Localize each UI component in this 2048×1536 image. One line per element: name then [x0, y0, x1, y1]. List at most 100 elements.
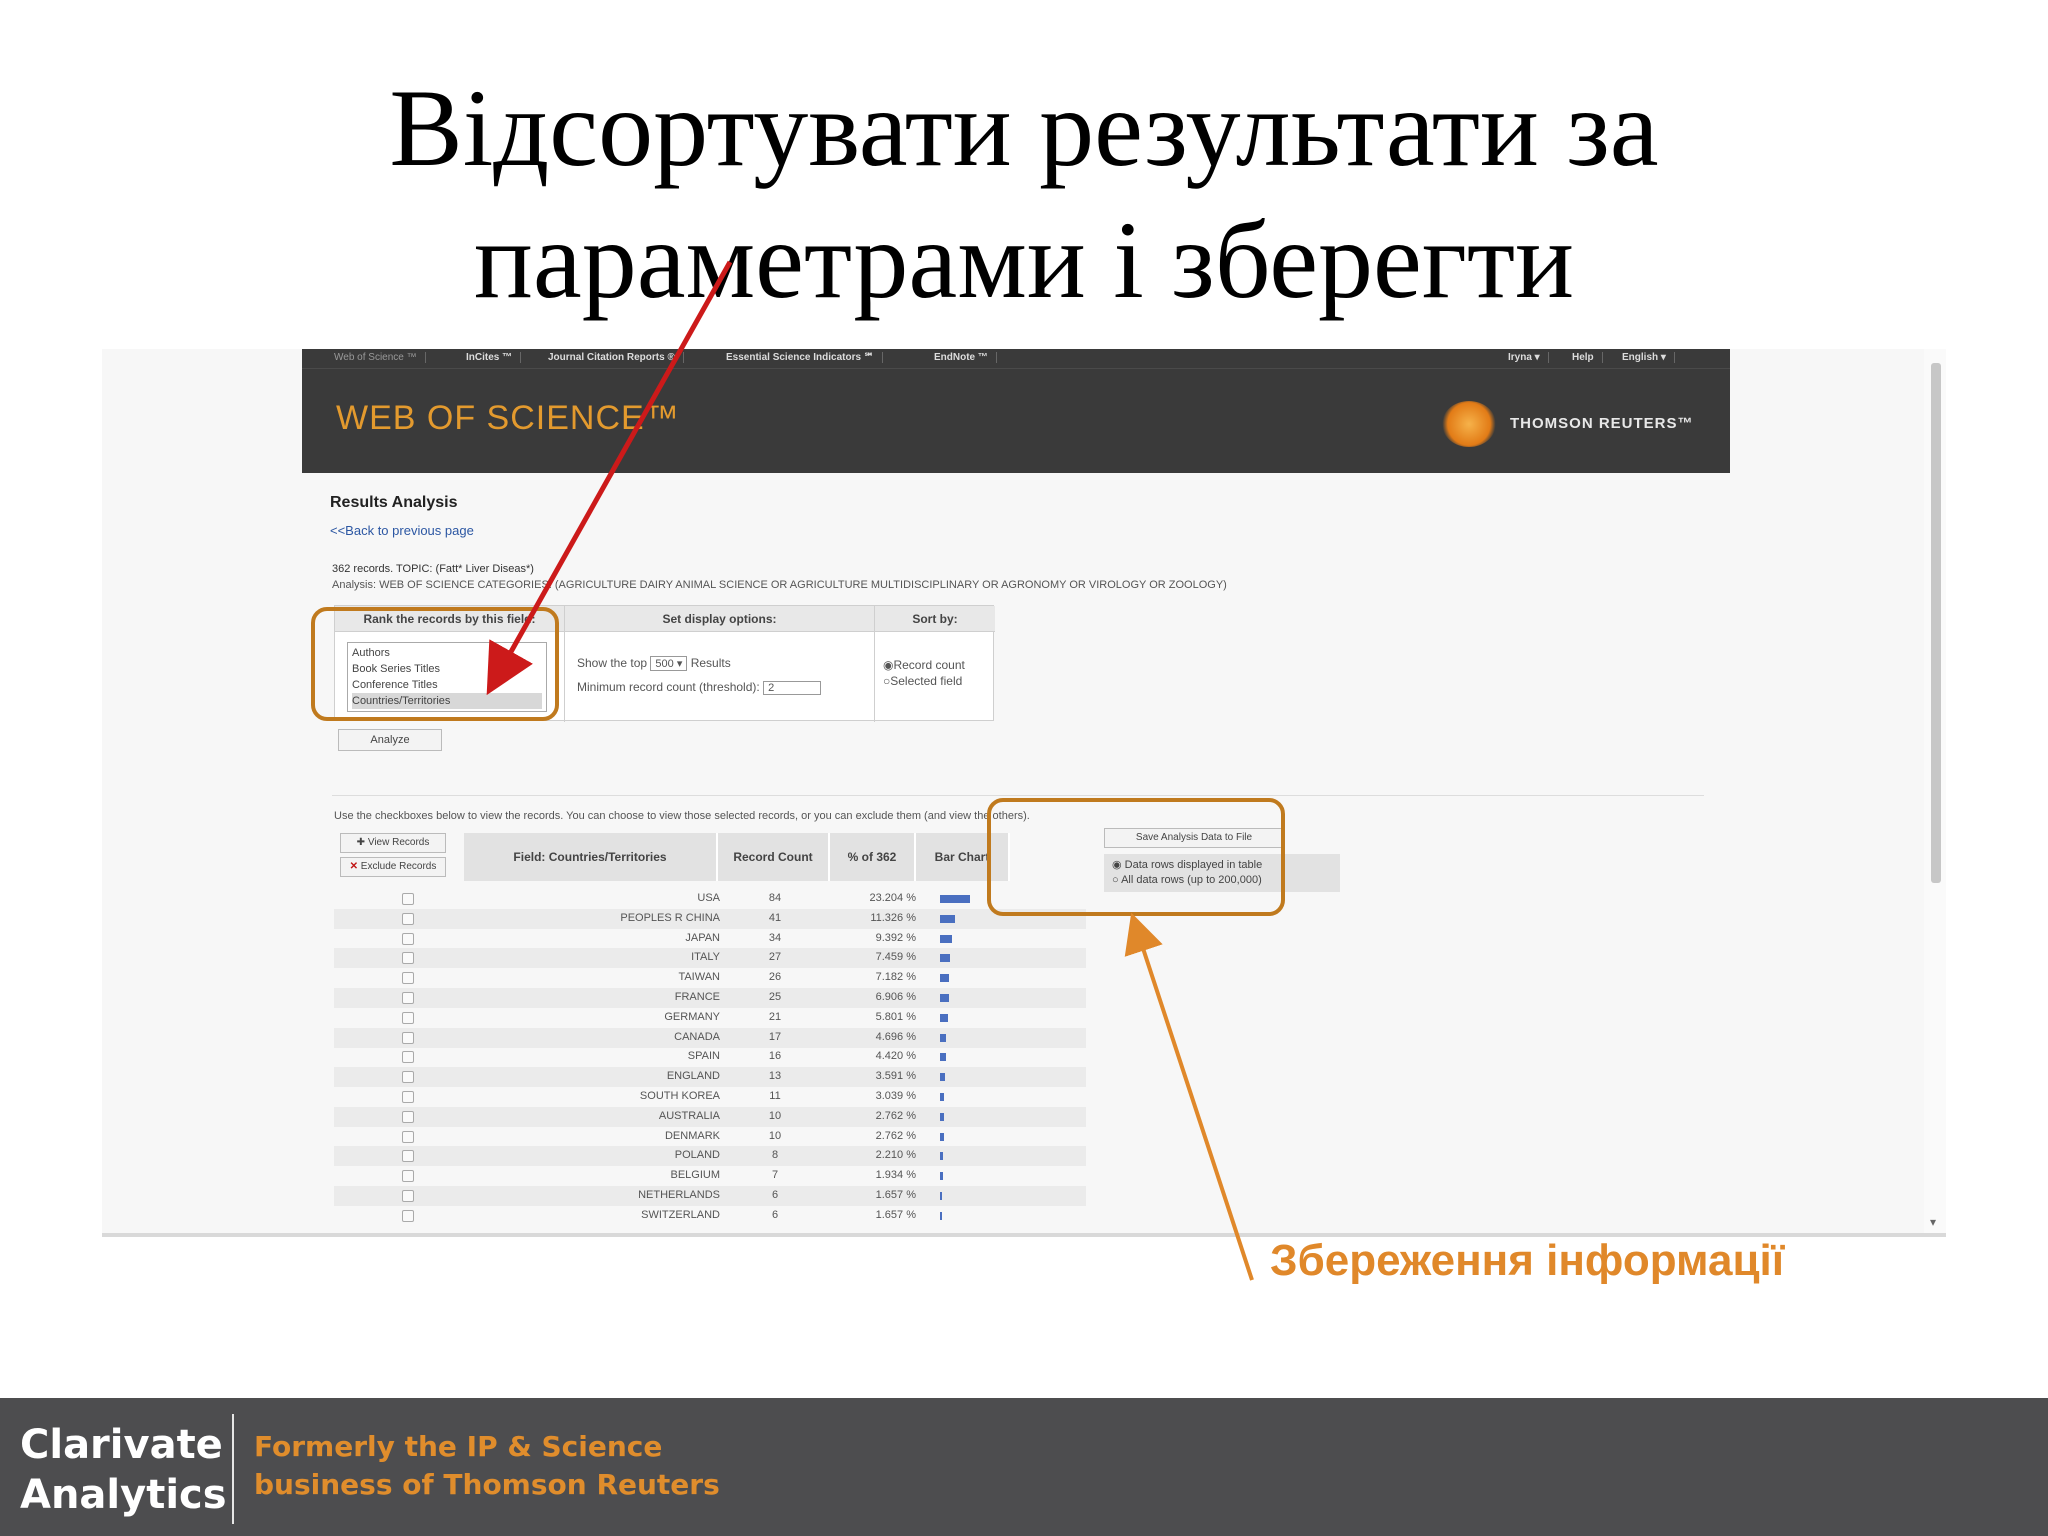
- row-bar: [940, 1192, 943, 1200]
- row-record-count: 21: [768, 1010, 782, 1023]
- row-record-count: 41: [768, 911, 782, 924]
- row-checkbox[interactable]: [402, 932, 414, 945]
- row-percent: 9.392 %: [875, 931, 916, 944]
- show-top-select[interactable]: 500 ▾: [650, 656, 688, 671]
- section-divider: [332, 795, 1704, 796]
- show-top-suffix: Results: [690, 656, 731, 670]
- plus-icon: ✚: [356, 837, 368, 848]
- row-percent: 1.657 %: [875, 1189, 916, 1201]
- row-percent: 23.204 %: [869, 892, 916, 904]
- row-record-count: 27: [768, 951, 782, 964]
- min-count-input[interactable]: 2: [763, 681, 822, 695]
- table-row: POLAND 8 2.210 %: [334, 1146, 1086, 1167]
- row-checkbox[interactable]: [402, 1051, 414, 1064]
- nav-incites[interactable]: InCites ™: [466, 352, 522, 363]
- row-country: JAPAN: [685, 931, 720, 944]
- row-country: SPAIN: [687, 1050, 720, 1063]
- row-checkbox[interactable]: [402, 1011, 414, 1024]
- row-percent: 3.039 %: [875, 1090, 916, 1102]
- column-header-field[interactable]: Field: Countries/Territories: [464, 833, 718, 881]
- row-bar: [940, 954, 950, 963]
- row-checkbox[interactable]: [402, 952, 414, 965]
- formerly-text: Formerly the IP & Science business of Th…: [254, 1428, 720, 1504]
- row-checkbox[interactable]: [402, 1071, 414, 1084]
- sort-header: Sort by:: [875, 606, 995, 632]
- row-checkbox[interactable]: [402, 912, 414, 925]
- analysis-summary: Analysis: WEB OF SCIENCE CATEGORIES: (AG…: [332, 579, 1227, 591]
- row-checkbox[interactable]: [402, 1130, 414, 1143]
- row-record-count: 84: [768, 892, 782, 904]
- exclude-records-label: Exclude Records: [360, 861, 437, 872]
- row-checkbox[interactable]: [402, 1209, 414, 1222]
- analyze-button[interactable]: Analyze: [338, 729, 442, 751]
- row-country: FRANCE: [674, 991, 720, 1003]
- row-bar: [940, 934, 953, 943]
- column-header-count[interactable]: Record Count: [718, 833, 830, 881]
- display-header: Set display options:: [565, 606, 874, 632]
- row-checkbox[interactable]: [402, 992, 414, 1004]
- row-country: USA: [697, 892, 720, 904]
- save-panel-highlight: [987, 798, 1285, 916]
- row-record-count: 25: [768, 991, 782, 1003]
- screenshot-panel: Web of Science ™ InCites ™ Journal Citat…: [102, 349, 1946, 1237]
- row-checkbox[interactable]: [402, 1091, 414, 1103]
- row-percent: 11.326 %: [870, 911, 916, 924]
- row-bar: [940, 974, 950, 983]
- row-checkbox[interactable]: [402, 1150, 414, 1163]
- nav-web-of-science[interactable]: Web of Science ™: [334, 352, 426, 363]
- row-bar: [940, 1211, 943, 1220]
- vertical-scrollbar[interactable]: ▾: [1924, 349, 1946, 1233]
- record-actions: ✚ View Records ✕ Exclude Records: [340, 833, 446, 881]
- clarivate-logo: Clarivate Analytics: [20, 1420, 227, 1520]
- sort-column: Sort by: ◉Record count ○Selected field: [875, 606, 995, 722]
- exclude-records-button[interactable]: ✕ Exclude Records: [340, 857, 446, 877]
- row-checkbox[interactable]: [402, 1031, 414, 1044]
- row-bar: [940, 895, 970, 903]
- scroll-down-arrow-icon[interactable]: ▾: [1930, 1215, 1936, 1229]
- wos-logo[interactable]: WEB OF SCIENCE™: [336, 399, 680, 438]
- footer-bar: Clarivate Analytics Formerly the IP & Sc…: [0, 1398, 2048, 1536]
- save-caption: Збереження інформації: [1270, 1236, 1785, 1285]
- row-checkbox[interactable]: [402, 893, 414, 905]
- view-records-button[interactable]: ✚ View Records: [340, 833, 446, 853]
- table-row: CANADA 17 4.696 %: [334, 1027, 1086, 1048]
- nav-jcr[interactable]: Journal Citation Reports ®: [548, 352, 684, 363]
- row-record-count: 26: [768, 971, 782, 984]
- row-checkbox[interactable]: [402, 1190, 414, 1202]
- publisher-name: THOMSON REUTERS™: [1510, 415, 1694, 432]
- nav-user-menu[interactable]: Iryna ▾: [1508, 352, 1549, 363]
- row-percent: 1.657 %: [875, 1208, 916, 1221]
- scrollbar-thumb[interactable]: [1931, 363, 1941, 883]
- row-bar: [940, 1053, 946, 1062]
- table-row: JAPAN 34 9.392 %: [334, 929, 1086, 949]
- row-percent: 2.762 %: [875, 1129, 916, 1142]
- back-link[interactable]: <<Back to previous page: [330, 523, 474, 538]
- footer-divider: [232, 1414, 234, 1524]
- row-bar: [940, 994, 949, 1002]
- sort-selected-field-radio[interactable]: ○Selected field: [883, 674, 962, 688]
- records-summary: 362 records. TOPIC: (Fatt* Liver Diseas*…: [332, 563, 534, 575]
- row-bar: [940, 914, 955, 923]
- row-percent: 7.459 %: [875, 951, 916, 964]
- row-bar: [940, 1013, 948, 1022]
- nav-endnote[interactable]: EndNote ™: [934, 352, 997, 363]
- row-percent: 4.696 %: [875, 1030, 916, 1043]
- brand-line-2: Analytics: [20, 1472, 227, 1518]
- slide-title-line-2: параметрами і зберегти: [474, 199, 1574, 321]
- table-row: DENMARK 10 2.762 %: [334, 1127, 1086, 1147]
- row-checkbox[interactable]: [402, 1170, 414, 1183]
- table-row: BELGIUM 7 1.934 %: [334, 1166, 1086, 1186]
- table-row: SOUTH KOREA 11 3.039 %: [334, 1087, 1086, 1107]
- close-icon: ✕: [349, 861, 361, 872]
- column-header-percent[interactable]: % of 362: [830, 833, 916, 881]
- row-percent: 7.182 %: [875, 971, 916, 984]
- sort-record-count-radio[interactable]: ◉Record count: [883, 658, 965, 672]
- row-percent: 5.801 %: [875, 1010, 916, 1023]
- row-percent: 3.591 %: [875, 1070, 916, 1083]
- nav-help[interactable]: Help: [1572, 352, 1603, 363]
- row-bar: [940, 1033, 947, 1042]
- nav-esi[interactable]: Essential Science Indicators ℠: [726, 352, 884, 363]
- row-checkbox[interactable]: [402, 1110, 414, 1123]
- row-checkbox[interactable]: [402, 972, 414, 985]
- nav-language[interactable]: English ▾: [1622, 352, 1675, 363]
